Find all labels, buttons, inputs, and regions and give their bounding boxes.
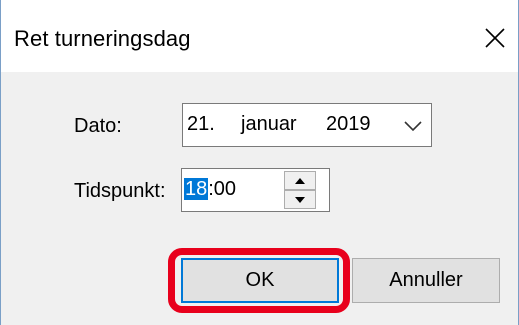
triangle-up-icon <box>295 177 305 184</box>
cancel-button[interactable]: Annuller <box>352 258 500 303</box>
close-button[interactable] <box>475 18 515 58</box>
chevron-down-icon[interactable] <box>402 118 424 134</box>
time-hour-selected[interactable]: 18 <box>184 178 209 200</box>
close-icon <box>485 28 505 48</box>
date-label: Dato: <box>74 115 122 137</box>
ok-button[interactable]: OK <box>181 258 339 303</box>
date-day[interactable]: 21. <box>187 113 215 136</box>
spin-down-button[interactable] <box>284 190 316 209</box>
dialog-title: Ret turneringsdag <box>14 26 191 51</box>
time-spinner[interactable] <box>284 171 316 209</box>
title-bar: Ret turneringsdag <box>1 0 518 72</box>
date-month[interactable]: januar <box>241 113 297 136</box>
time-value[interactable]: 18:00 <box>184 178 236 201</box>
edit-tournament-day-dialog: Ret turneringsdag Dato: 21. januar 2019 … <box>0 0 519 325</box>
time-minutes[interactable]: :00 <box>208 178 236 200</box>
date-year[interactable]: 2019 <box>326 113 371 136</box>
triangle-down-icon <box>295 196 305 203</box>
date-picker[interactable]: 21. januar 2019 <box>182 103 432 147</box>
time-label: Tidspunkt: <box>74 180 166 202</box>
spin-up-button[interactable] <box>284 171 316 190</box>
